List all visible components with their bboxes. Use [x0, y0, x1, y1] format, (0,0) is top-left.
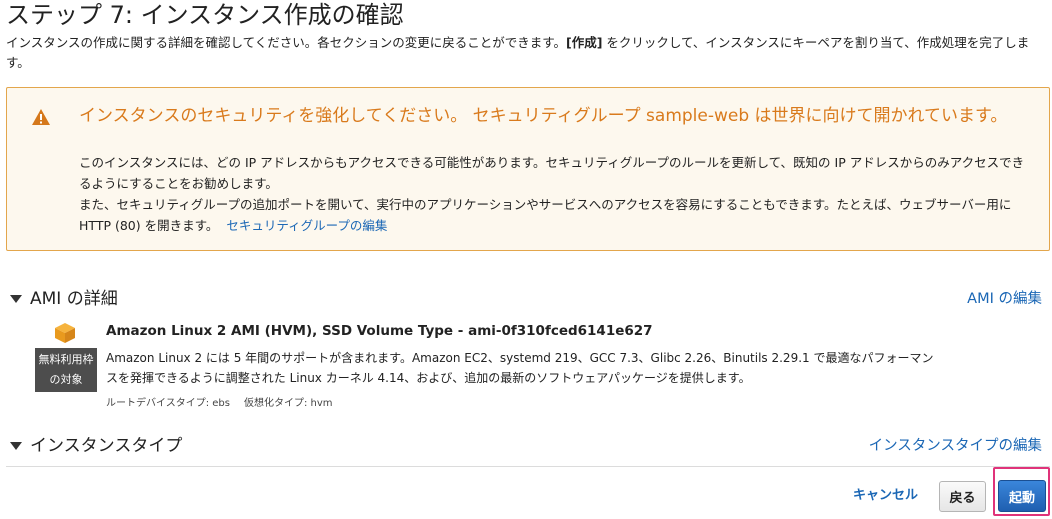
ami-description: Amazon Linux 2 には 5 年間のサポートが含まれます。Amazon…: [106, 351, 934, 385]
warning-line-2: また、セキュリティグループの追加ポートを開いて、実行中のアプリケーションやサービ…: [79, 194, 1034, 236]
edit-instance-type-link[interactable]: インスタンスタイプの編集: [869, 435, 1042, 457]
edit-ami-link[interactable]: AMI の編集: [967, 288, 1042, 310]
ami-section-header[interactable]: AMI の詳細 AMI の編集: [6, 286, 1046, 312]
instance-type-section-title: インスタンスタイプ: [30, 436, 183, 456]
warning-body: このインスタンスには、どの IP アドレスからもアクセスできる可能性があります。…: [79, 152, 1034, 236]
launch-button[interactable]: 起動: [998, 480, 1046, 512]
page-title: ステップ 7: インスタンス作成の確認: [6, 1, 404, 29]
intro-text: インスタンスの作成に関する詳細を確認してください。各セクションの変更に戻ることが…: [6, 35, 567, 50]
warning-triangle-icon: [32, 109, 50, 125]
free-tier-badge-line-2: の対象: [49, 373, 83, 386]
footer-divider: [6, 466, 1050, 467]
collapse-triangle-icon[interactable]: [10, 294, 22, 304]
cube-icon: [55, 323, 75, 343]
edit-security-group-link[interactable]: セキュリティグループの編集: [226, 218, 387, 233]
back-button[interactable]: 戻る: [939, 481, 986, 512]
ami-name: Amazon Linux 2 AMI (HVM), SSD Volume Typ…: [106, 323, 653, 339]
ami-meta: ルートデバイスタイプ: ebs 仮想化タイプ: hvm: [106, 396, 333, 412]
instance-type-section-header[interactable]: インスタンスタイプ インスタンスタイプの編集: [6, 433, 1046, 459]
free-tier-badge: 無料利用枠 の対象: [35, 348, 97, 392]
free-tier-badge-line-1: 無料利用枠: [38, 353, 94, 366]
intro-bold: [作成]: [566, 35, 603, 50]
page-intro: インスタンスの作成に関する詳細を確認してください。各セクションの変更に戻ることが…: [6, 33, 1046, 73]
cancel-button[interactable]: キャンセル: [853, 486, 918, 506]
ami-section-title: AMI の詳細: [30, 289, 118, 309]
collapse-triangle-icon[interactable]: [10, 441, 22, 451]
security-warning-box: インスタンスのセキュリティを強化してください。 セキュリティグループ sampl…: [6, 87, 1050, 251]
warning-title: インスタンスのセキュリティを強化してください。 セキュリティグループ sampl…: [79, 106, 1008, 126]
root-device-type: ルートデバイスタイプ: ebs: [106, 398, 230, 409]
virtualization-type: 仮想化タイプ: hvm: [243, 398, 333, 409]
warning-line-1: このインスタンスには、どの IP アドレスからもアクセスできる可能性があります。…: [79, 155, 1025, 191]
